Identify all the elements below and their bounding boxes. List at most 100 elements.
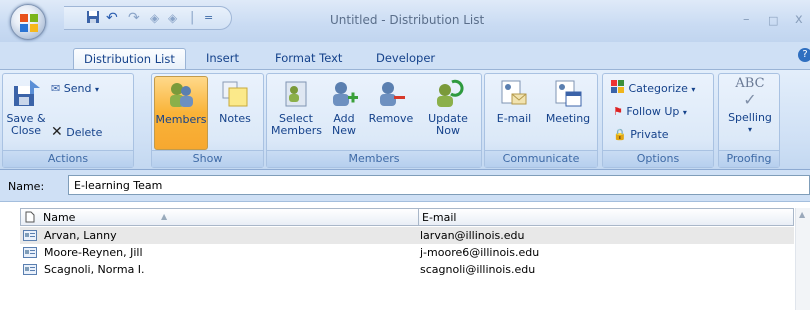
tab-developer[interactable]: Developer — [366, 48, 445, 70]
contact-card-icon — [23, 247, 37, 258]
private-button[interactable]: 🔒 Private — [613, 128, 669, 141]
group-label-actions: Actions — [3, 150, 133, 167]
email-button[interactable]: E-mail — [489, 78, 539, 150]
send-icon: ✉ — [51, 82, 61, 95]
quick-access-toolbar: ↶ ↷ ◈ ◈ | = — [64, 6, 232, 30]
minimize-button[interactable]: – — [743, 12, 750, 27]
update-now-icon — [437, 79, 464, 107]
tab-distribution-list[interactable]: Distribution List — [73, 48, 186, 71]
scroll-up-icon[interactable]: ▲ — [799, 210, 805, 219]
meeting-icon — [555, 80, 582, 107]
notes-label: Notes — [219, 112, 251, 125]
delete-icon: ✕ — [51, 124, 63, 140]
vertical-scrollbar[interactable]: ▲ — [795, 208, 810, 310]
tab-format-text[interactable]: Format Text — [265, 48, 352, 70]
select-members-button[interactable]: Select Members — [271, 78, 322, 150]
contact-card-icon — [23, 264, 37, 275]
spelling-check-icon: ✓ — [743, 90, 757, 109]
member-email: j-moore6@illinois.edu — [420, 246, 540, 259]
member-name: Scagnoli, Norma I. — [44, 263, 145, 276]
name-label: Name: — [8, 180, 45, 193]
column-divider[interactable] — [418, 209, 419, 225]
name-bar: Name: E-learning Team — [0, 170, 810, 202]
group-label-options: Options — [603, 150, 713, 167]
members-view-button[interactable]: Members — [154, 76, 208, 150]
send-label: Send — [63, 82, 92, 95]
undo-icon[interactable]: ↶ — [106, 10, 118, 26]
column-header-name[interactable]: Name — [43, 211, 75, 224]
select-members-label: Select Members — [271, 112, 322, 137]
ribbon-tabs: Distribution List Insert Format Text Dev… — [0, 42, 810, 71]
send-button[interactable]: ✉ Send ▾ — [51, 82, 99, 95]
add-new-label: Add New — [332, 112, 356, 137]
close-button[interactable]: x — [795, 12, 803, 27]
table-row[interactable]: Arvan, Lanny larvan@illinois.edu — [20, 227, 794, 244]
group-proofing: ABC ✓ Spelling ▾ Proofing — [718, 73, 780, 168]
delete-button[interactable]: ✕ Delete — [51, 124, 102, 140]
save-icon[interactable] — [86, 10, 100, 28]
delete-label: Delete — [66, 126, 103, 139]
next-item-icon[interactable]: ◈ — [168, 10, 177, 26]
group-label-proofing: Proofing — [719, 150, 779, 167]
group-label-members: Members — [267, 150, 481, 167]
save-close-label: Save & Close — [6, 112, 46, 137]
column-header-email[interactable]: E-mail — [422, 211, 457, 224]
private-label: Private — [630, 128, 669, 141]
redo-icon[interactable]: ↷ — [128, 10, 140, 26]
member-name: Moore-Reynen, Jill — [44, 246, 143, 259]
categorize-button[interactable]: Categorize ▾ — [611, 80, 695, 95]
follow-up-dropdown-icon: ▾ — [682, 108, 687, 117]
item-type-icon — [25, 211, 35, 223]
group-label-show: Show — [152, 150, 263, 167]
update-now-label: Update Now — [428, 112, 468, 137]
update-now-button[interactable]: Update Now — [419, 78, 477, 150]
meeting-button[interactable]: Meeting — [541, 78, 595, 150]
table-row[interactable]: Moore-Reynen, Jill j-moore6@illinois.edu — [20, 244, 794, 261]
save-close-button[interactable]: Save & Close — [5, 78, 47, 150]
customize-qat-icon[interactable]: = — [204, 10, 213, 26]
office-button[interactable] — [10, 4, 46, 40]
member-name: Arvan, Lanny — [44, 229, 117, 242]
email-label: E-mail — [496, 112, 532, 125]
members-table: Name ▲ E-mail Arvan, Lanny larvan@illino… — [20, 208, 794, 310]
sort-ascending-icon: ▲ — [161, 212, 168, 221]
members-icon — [170, 83, 193, 107]
send-dropdown-icon: ▾ — [94, 85, 99, 94]
spelling-button[interactable]: ABC ✓ Spelling ▾ — [722, 77, 778, 150]
email-icon — [501, 80, 527, 105]
spelling-dropdown-icon: ▾ — [747, 125, 752, 134]
distribution-list-form: Name: E-learning Team Name ▲ E-mail Arva… — [0, 170, 810, 310]
add-new-button[interactable]: Add New — [327, 78, 361, 150]
table-row[interactable]: Scagnoli, Norma I. scagnoli@illinois.edu — [20, 261, 794, 278]
select-members-icon — [285, 81, 307, 107]
group-show: Members Notes Show — [151, 73, 264, 168]
title-bar: ↶ ↷ ◈ ◈ | = Untitled - Distribution List… — [0, 0, 810, 42]
group-options: Categorize ▾ ⚑ Follow Up ▾ 🔒 Private Opt… — [602, 73, 714, 168]
previous-item-icon[interactable]: ◈ — [150, 10, 159, 26]
remove-button[interactable]: Remove — [365, 78, 417, 150]
follow-up-button[interactable]: ⚑ Follow Up ▾ — [613, 105, 687, 118]
follow-up-label: Follow Up — [626, 105, 680, 118]
notes-icon — [222, 81, 248, 107]
flag-icon: ⚑ — [613, 105, 623, 118]
remove-label: Remove — [368, 112, 414, 125]
add-new-icon — [333, 82, 358, 106]
categorize-dropdown-icon: ▾ — [691, 85, 696, 94]
window-title: Untitled - Distribution List — [330, 13, 485, 27]
remove-icon — [380, 82, 405, 106]
table-header: Name ▲ E-mail — [20, 208, 794, 226]
office-logo-icon — [20, 14, 38, 32]
categorize-icon — [611, 80, 624, 93]
group-label-communicate: Communicate — [485, 150, 597, 167]
name-field[interactable]: E-learning Team — [68, 175, 810, 195]
notes-button[interactable]: Notes — [210, 78, 260, 150]
tab-insert[interactable]: Insert — [196, 48, 249, 70]
group-communicate: E-mail Meeting Communicate — [484, 73, 598, 168]
help-icon[interactable]: ? — [798, 48, 810, 62]
maximize-button[interactable]: □ — [768, 14, 778, 27]
ribbon: Save & Close ✉ Send ▾ ✕ Delete Actions M… — [0, 69, 810, 170]
qat-separator: | — [190, 10, 195, 25]
member-email: larvan@illinois.edu — [420, 229, 525, 242]
lock-icon: 🔒 — [613, 128, 627, 141]
categorize-label: Categorize — [628, 82, 688, 95]
